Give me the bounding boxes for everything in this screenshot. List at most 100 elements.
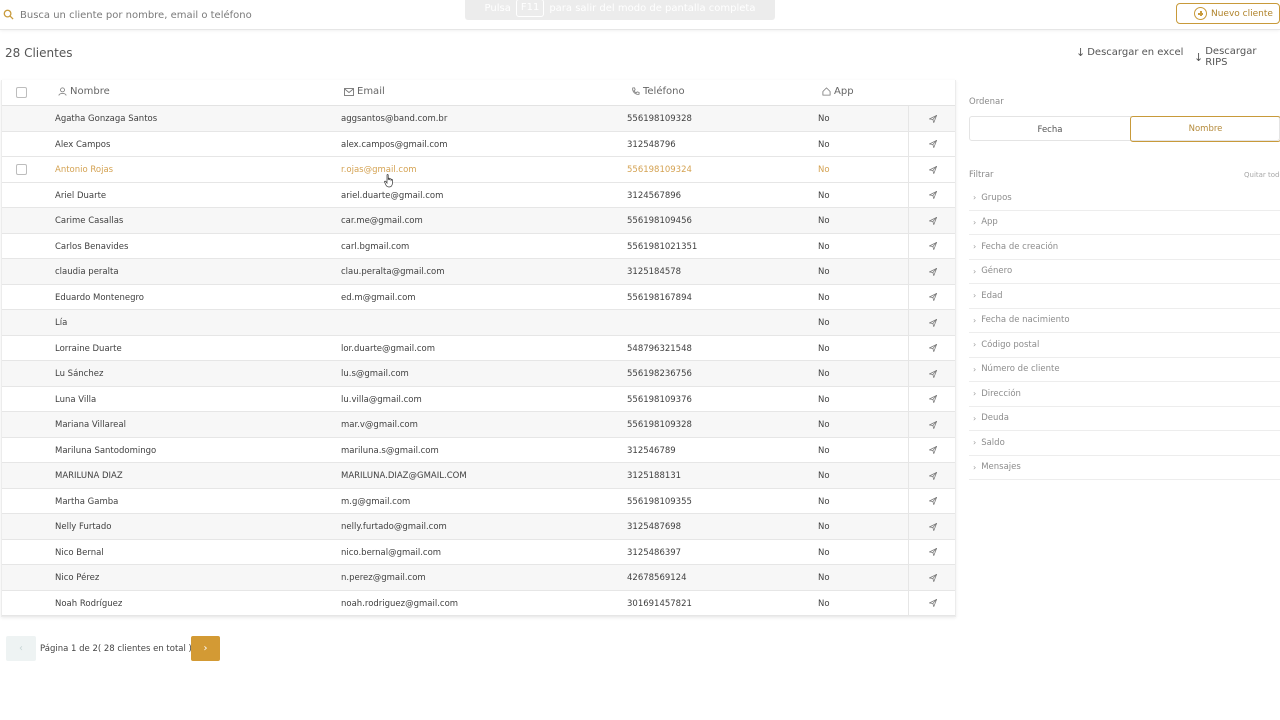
client-phone: 556198109328 (627, 420, 692, 430)
send-message-icon[interactable] (908, 412, 956, 437)
chevron-right-icon: › (973, 413, 977, 423)
client-app-status: No (818, 267, 830, 277)
client-app-status: No (818, 216, 830, 226)
send-message-icon[interactable] (908, 488, 956, 514)
send-message-icon[interactable] (908, 106, 956, 131)
table-row[interactable]: Luna Villa lu.villa@gmail.com 556198109376… (2, 386, 956, 412)
client-email: ed.m@gmail.com (341, 292, 416, 303)
send-message-icon[interactable] (908, 514, 956, 539)
table-row[interactable]: MARILUNA DIAZ MARILUNA.DIAZ@GMAIL.COM 3125… (2, 463, 955, 489)
client-name: Lorraine Duarte (55, 343, 122, 354)
table-row[interactable]: Alex Campos alex.campos@gmail.com 31254879… (2, 131, 956, 157)
filter-item[interactable]: › Fecha de creación (969, 235, 1280, 260)
table-row[interactable]: Lorraine Duarte lor.duarte@gmail.com 54879… (2, 335, 956, 361)
client-app-status: No (818, 343, 830, 354)
filter-item[interactable]: › Dirección (969, 382, 1280, 407)
download-arrow-icon: ↓ (1194, 50, 1204, 64)
clear-filters-link[interactable]: Quitar todo (1244, 171, 1280, 179)
filter-item-label: Deuda (981, 413, 1009, 424)
table-row[interactable]: Carime Casallas car.me@gmail.com 556198109… (2, 208, 955, 234)
send-message-icon[interactable] (908, 310, 956, 335)
table-row[interactable]: Lu Sánchez lu.s@gmail.com 556198236756 No (2, 361, 955, 387)
filter-item[interactable]: › Grupos (969, 186, 1280, 211)
client-name: Lía (55, 318, 68, 328)
chevron-right-icon: › (973, 438, 977, 448)
column-header-email[interactable]: Email (344, 86, 385, 97)
filter-item[interactable]: › Fecha de nacimiento (969, 309, 1280, 333)
table-row[interactable]: Martha Gamba m.g@gmail.com 556198109355 No (2, 488, 956, 514)
filter-item[interactable]: › App (969, 211, 1280, 235)
send-message-icon[interactable] (908, 182, 956, 208)
client-phone: 3124567896 (627, 190, 682, 201)
client-name: Ariel Duarte (55, 190, 107, 201)
table-row[interactable]: Antonio Rojas r.ojas@gmail.com 55619810932… (2, 157, 955, 183)
chevron-right-icon: › (973, 291, 977, 301)
table-row[interactable]: Noah Rodríguez noah.rodriguez@gmail.com 30… (2, 590, 956, 616)
send-message-icon[interactable] (908, 157, 956, 182)
chevron-right-icon: › (973, 389, 977, 399)
client-name: Nelly Furtado (55, 522, 112, 532)
download-rips-label: Descargar RIPS (1205, 46, 1257, 68)
column-app-label: App (834, 86, 854, 97)
filter-item[interactable]: › Código postal (969, 333, 1280, 358)
client-phone: 556198109324 (627, 165, 692, 175)
client-email: aggsantos@band.com.br (341, 114, 448, 124)
client-name: Antonio Rojas (55, 165, 114, 175)
send-message-icon[interactable] (908, 208, 956, 233)
filter-item[interactable]: › Número de cliente (969, 358, 1280, 382)
client-app-status: No (818, 420, 830, 430)
table-row[interactable]: Nico Bernal nico.bernal@gmail.com 31254863… (2, 539, 956, 565)
previous-page-button[interactable]: ‹ (6, 636, 36, 661)
client-name: Nico Pérez (55, 573, 100, 583)
table-row[interactable]: Nelly Furtado nelly.furtado@gmail.com 3125… (2, 514, 955, 540)
send-message-icon[interactable] (908, 437, 956, 463)
table-row[interactable]: Agatha Gonzaga Santos aggsantos@band.com.… (2, 106, 955, 132)
search-input[interactable] (20, 5, 440, 25)
fullscreen-toast: Pulsa F11 para salir del modo de pantall… (465, 0, 775, 20)
send-message-icon[interactable] (908, 565, 956, 590)
phone-icon (632, 87, 640, 95)
filter-item[interactable]: › Mensajes (969, 456, 1280, 480)
filter-item-label: Género (981, 266, 1013, 277)
table-row[interactable]: Lía No (2, 310, 955, 336)
filter-item[interactable]: › Saldo (969, 431, 1280, 456)
send-message-icon[interactable] (908, 131, 956, 157)
send-message-icon[interactable] (908, 386, 956, 412)
table-row[interactable]: Ariel Duarte ariel.duarte@gmail.com 312456… (2, 182, 956, 208)
send-message-icon[interactable] (908, 361, 956, 386)
send-message-icon[interactable] (908, 233, 956, 259)
select-all-checkbox[interactable] (16, 87, 27, 98)
table-row[interactable]: Nico Pérez n.perez@gmail.com 42678569124 No (2, 565, 955, 591)
filter-item[interactable]: › Edad (969, 284, 1280, 309)
table-row[interactable]: Mariana Villareal mar.v@gmail.com 55619810… (2, 412, 955, 438)
send-message-icon[interactable] (908, 259, 956, 284)
table-row[interactable]: Mariluna Santodomingo mariluna.s@gmail.co… (2, 437, 956, 463)
client-app-status: No (818, 114, 830, 124)
filter-item-label: Fecha de creación (981, 241, 1059, 252)
download-rips-button[interactable]: ↓ Descargar RIPS (1194, 46, 1280, 68)
send-message-icon[interactable] (908, 463, 956, 488)
client-phone: 556198109328 (627, 114, 692, 124)
send-message-icon[interactable] (908, 539, 956, 565)
order-by-date-button[interactable]: Fecha (970, 117, 1130, 142)
send-message-icon[interactable] (908, 284, 956, 310)
client-phone: 3125487698 (627, 522, 682, 532)
next-page-button[interactable]: › (191, 636, 220, 661)
filter-item[interactable]: › Deuda (969, 407, 1280, 431)
table-row[interactable]: Carlos Benavides carl.bgmail.com 556198102… (2, 233, 956, 259)
column-header-app[interactable]: App (822, 86, 854, 97)
client-name: Luna Villa (55, 394, 97, 405)
table-row[interactable]: Eduardo Montenegro ed.m@gmail.com 55619816… (2, 284, 956, 310)
column-header-phone[interactable]: Teléfono (631, 86, 685, 97)
new-client-button[interactable]: Nuevo cliente (1176, 3, 1280, 24)
send-message-icon[interactable] (908, 590, 956, 616)
send-message-icon[interactable] (908, 335, 956, 361)
filter-item[interactable]: › Género (969, 260, 1280, 284)
table-row[interactable]: claudia peralta clau.peralta@gmail.com 312… (2, 259, 955, 285)
download-excel-label: Descargar en excel (1087, 47, 1184, 58)
client-name: Lu Sánchez (55, 369, 104, 379)
row-checkbox[interactable] (16, 164, 27, 175)
column-header-name[interactable]: Nombre (58, 86, 110, 97)
order-by-name-button[interactable]: Nombre (1130, 116, 1280, 142)
download-excel-button[interactable]: ↓ Descargar en excel (1076, 46, 1183, 59)
